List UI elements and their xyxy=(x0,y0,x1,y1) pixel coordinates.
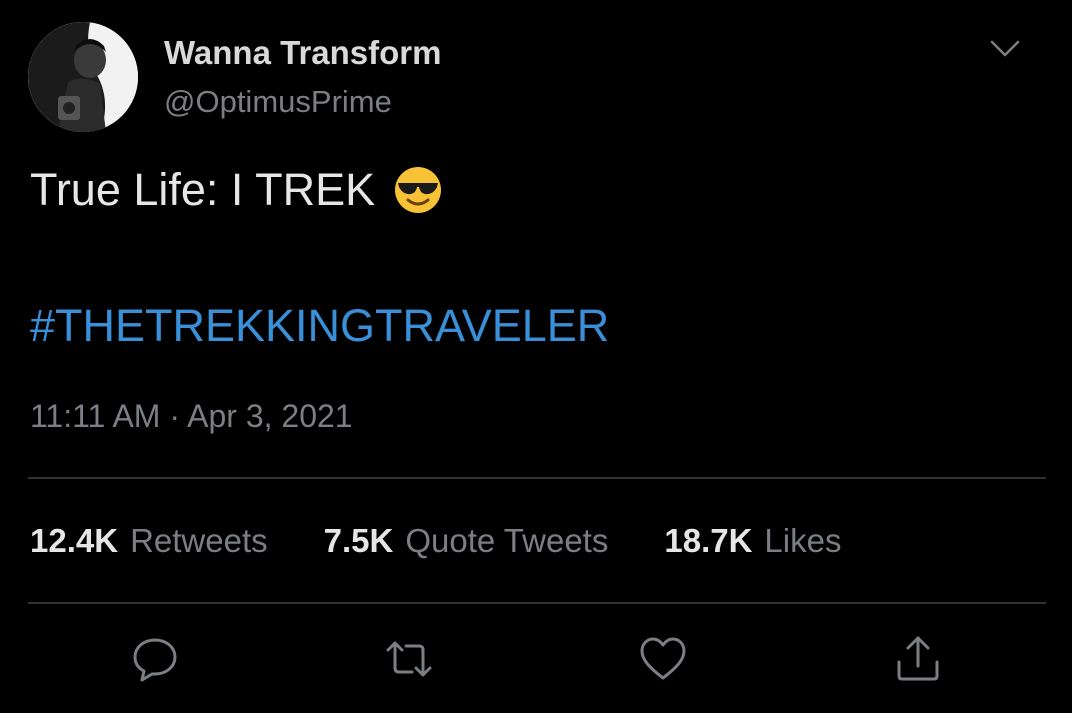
tweet-text-content: True Life: I TREK xyxy=(30,164,376,215)
divider xyxy=(28,602,1046,604)
chevron-down-icon[interactable] xyxy=(988,34,1022,64)
likes-count: 18.7K xyxy=(664,522,753,559)
likes-label: Likes xyxy=(764,522,842,559)
share-icon[interactable] xyxy=(893,634,943,684)
like-icon[interactable] xyxy=(638,634,688,684)
tweet-timestamp[interactable]: 11:11 AM · Apr 3, 2021 xyxy=(30,398,353,435)
retweets-stat[interactable]: 12.4K Retweets xyxy=(30,522,268,560)
tweet-detail: Wanna Transform @OptimusPrime True Life:… xyxy=(0,0,1072,713)
likes-stat[interactable]: 18.7K Likes xyxy=(664,522,841,560)
quote-tweets-stat[interactable]: 7.5K Quote Tweets xyxy=(324,522,609,560)
reply-icon[interactable] xyxy=(130,634,180,684)
quote-tweets-label: Quote Tweets xyxy=(405,522,609,559)
quote-tweets-count: 7.5K xyxy=(323,522,394,559)
divider xyxy=(28,477,1046,479)
retweets-label: Retweets xyxy=(130,522,268,559)
retweets-count: 12.4K xyxy=(30,522,119,559)
display-name[interactable]: Wanna Transform xyxy=(164,34,442,72)
retweet-icon[interactable] xyxy=(384,634,434,684)
tweet-stats: 12.4K Retweets 7.5K Quote Tweets 18.7K Like… xyxy=(30,522,841,560)
user-handle[interactable]: @OptimusPrime xyxy=(164,84,392,120)
avatar[interactable] xyxy=(28,22,138,132)
smiling-face-with-sunglasses-icon xyxy=(393,165,443,215)
tweet-text: True Life: I TREK xyxy=(30,164,443,216)
hashtag-link[interactable]: #THETREKKINGTRAVELER xyxy=(30,300,609,352)
profile-photo-icon xyxy=(28,22,138,132)
